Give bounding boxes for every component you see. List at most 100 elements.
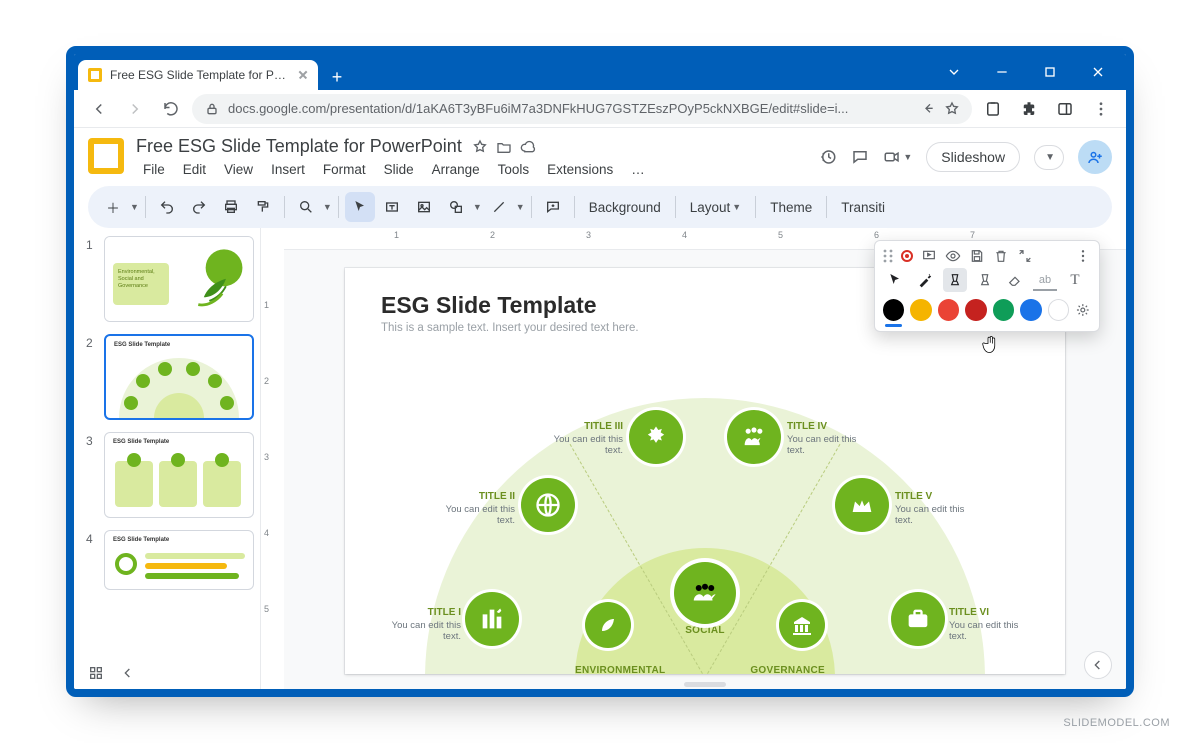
meet-button[interactable]: ▼: [883, 148, 912, 166]
settings-icon[interactable]: [1075, 302, 1091, 318]
textbox-button[interactable]: [377, 192, 407, 222]
color-swatch-white[interactable]: [1048, 299, 1070, 321]
text-tool[interactable]: T: [1063, 268, 1087, 292]
menu-file[interactable]: File: [136, 159, 172, 180]
titlebar: Free ESG Slide Template for Powe +: [74, 54, 1126, 90]
cloud-saved-icon[interactable]: [520, 139, 536, 155]
new-slide-dropdown[interactable]: ▼: [130, 202, 139, 212]
paint-format-button[interactable]: [248, 192, 278, 222]
tab-dropdown-button[interactable]: [932, 58, 976, 86]
nav-back-button[interactable]: [84, 94, 114, 124]
transition-button[interactable]: Transiti: [833, 192, 893, 222]
thumbnail-4[interactable]: ESG Slide Template: [104, 530, 254, 590]
more-icon[interactable]: [1075, 248, 1091, 264]
eraser-tool[interactable]: [1003, 268, 1027, 292]
comments-icon[interactable]: [851, 148, 869, 166]
drag-handle-icon[interactable]: [883, 249, 893, 263]
share-icon[interactable]: [920, 101, 936, 117]
color-swatch-black[interactable]: [883, 299, 904, 321]
present-screen-icon[interactable]: [921, 248, 937, 264]
menu-tools[interactable]: Tools: [491, 159, 537, 180]
bookmark-star-icon[interactable]: [944, 101, 960, 117]
slideshow-dropdown[interactable]: ▼: [1034, 145, 1064, 170]
thumbnail-2[interactable]: ESG Slide Template: [104, 334, 254, 420]
pointer-tool[interactable]: [883, 268, 907, 292]
url-field[interactable]: docs.google.com/presentation/d/1aKA6T3yB…: [192, 94, 972, 124]
line-button[interactable]: [484, 192, 514, 222]
speaker-notes-handle[interactable]: [684, 682, 726, 687]
slide-subtitle[interactable]: This is a sample text. Insert your desir…: [381, 322, 639, 334]
pen-tool[interactable]: [973, 268, 997, 292]
thumbnail-3[interactable]: ESG Slide Template: [104, 432, 254, 518]
app-header: Free ESG Slide Template for PowerPoint F…: [74, 128, 1126, 182]
node-1-icon: [465, 592, 519, 646]
inner-gov-icon: [779, 602, 825, 648]
menu-arrange[interactable]: Arrange: [425, 159, 487, 180]
color-swatch-green[interactable]: [993, 299, 1014, 321]
image-button[interactable]: [409, 192, 439, 222]
history-icon[interactable]: [819, 148, 837, 166]
move-folder-icon[interactable]: [496, 139, 512, 155]
save-icon[interactable]: [969, 248, 985, 264]
redo-button[interactable]: [184, 192, 214, 222]
browser-tab[interactable]: Free ESG Slide Template for Powe: [78, 60, 318, 90]
install-app-icon[interactable]: [978, 94, 1008, 124]
share-button[interactable]: [1078, 140, 1112, 174]
zoom-dropdown[interactable]: ▼: [323, 202, 332, 212]
zoom-button[interactable]: [291, 192, 321, 222]
collapse-icon[interactable]: [1017, 248, 1033, 264]
slides-logo-icon[interactable]: [88, 138, 124, 174]
color-swatch-yellow[interactable]: [910, 299, 931, 321]
grid-view-icon[interactable]: [88, 665, 104, 681]
color-swatch-darkred[interactable]: [965, 299, 986, 321]
nav-reload-button[interactable]: [156, 94, 186, 124]
slide-title[interactable]: ESG Slide Template: [381, 292, 597, 319]
menu-more[interactable]: …: [624, 159, 652, 180]
visibility-icon[interactable]: [945, 248, 961, 264]
select-tool-button[interactable]: [345, 192, 375, 222]
extensions-icon[interactable]: [1014, 94, 1044, 124]
annotation-toolbar[interactable]: ab T: [874, 240, 1100, 332]
window-maximize-button[interactable]: [1028, 58, 1072, 86]
menu-edit[interactable]: Edit: [176, 159, 213, 180]
menu-extensions[interactable]: Extensions: [540, 159, 620, 180]
menu-view[interactable]: View: [217, 159, 260, 180]
category-governance: GOVERNANCE: [750, 665, 825, 674]
color-swatch-blue[interactable]: [1020, 299, 1041, 321]
new-tab-button[interactable]: +: [324, 64, 350, 90]
menu-slide[interactable]: Slide: [377, 159, 421, 180]
record-icon[interactable]: [901, 250, 913, 262]
sidepanel-icon[interactable]: [1050, 94, 1080, 124]
center-node-icon: [674, 562, 736, 624]
window-close-button[interactable]: [1076, 58, 1120, 86]
new-slide-button[interactable]: ＋: [98, 192, 128, 222]
trash-icon[interactable]: [993, 248, 1009, 264]
highlighter-tool[interactable]: [943, 268, 967, 292]
shape-button[interactable]: [441, 192, 471, 222]
node-4-text: TITLE IVYou can edit this text.: [787, 421, 867, 456]
laser-tool[interactable]: [913, 268, 937, 292]
print-button[interactable]: [216, 192, 246, 222]
category-social: SOCIAL: [685, 625, 725, 636]
undo-button[interactable]: [152, 192, 182, 222]
chrome-menu-icon[interactable]: [1086, 94, 1116, 124]
background-button[interactable]: Background: [581, 192, 669, 222]
window-minimize-button[interactable]: [980, 58, 1024, 86]
color-swatch-red[interactable]: [938, 299, 959, 321]
document-title[interactable]: Free ESG Slide Template for PowerPoint: [136, 136, 462, 157]
comment-button[interactable]: [538, 192, 568, 222]
star-icon[interactable]: [472, 139, 488, 155]
menu-format[interactable]: Format: [316, 159, 373, 180]
tab-close-icon[interactable]: [296, 68, 310, 82]
esg-diagram: ENVIRONMENTAL GOVERNANCE SOCIAL: [425, 378, 985, 674]
slideshow-button[interactable]: Slideshow: [926, 142, 1020, 172]
explore-button[interactable]: [1084, 651, 1112, 679]
layout-button[interactable]: Layout▼: [682, 192, 749, 222]
toolbar: ＋ ▼ ▼: [88, 186, 1112, 228]
nav-forward-button[interactable]: [120, 94, 150, 124]
thumbnail-1[interactable]: Environmental, Social and Governance: [104, 236, 254, 322]
text-highlight-tool[interactable]: ab: [1033, 268, 1057, 292]
collapse-panel-icon[interactable]: [120, 665, 136, 681]
menu-insert[interactable]: Insert: [264, 159, 312, 180]
theme-button[interactable]: Theme: [762, 192, 820, 222]
